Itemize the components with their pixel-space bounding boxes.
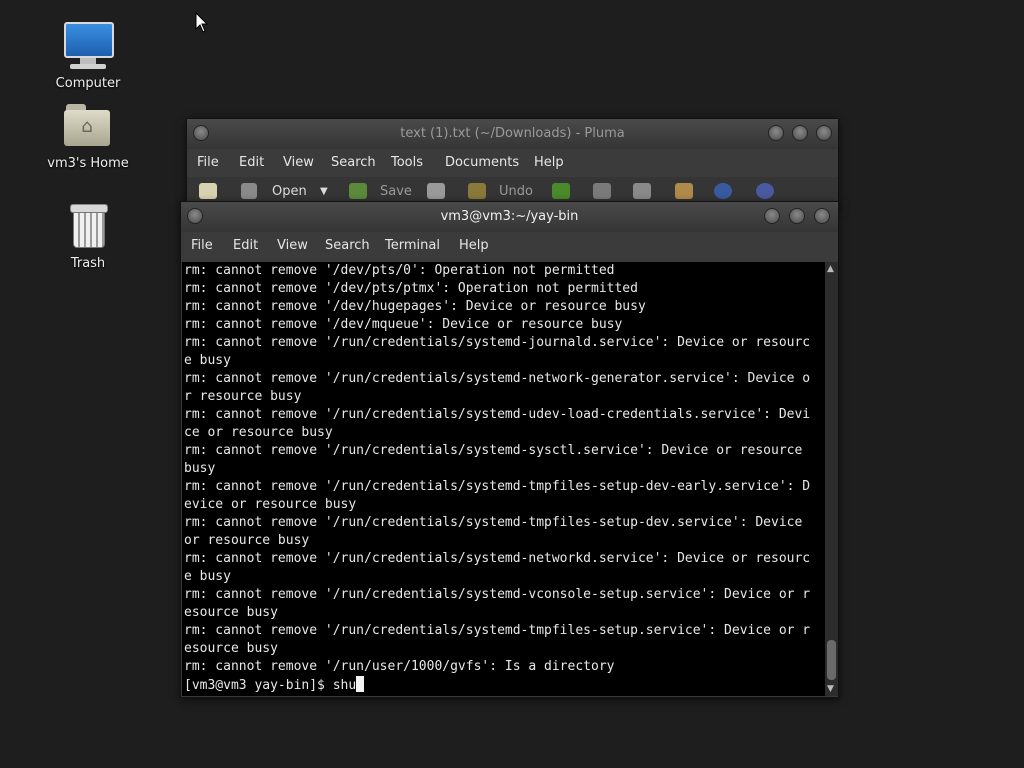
computer-icon: [62, 20, 114, 72]
shell-prompt: [vm3@vm3 yay-bin]$: [184, 678, 333, 693]
terminal-line: or resource busy: [184, 533, 310, 548]
pluma-toolbar: Open ▼ Save Undo: [187, 177, 838, 203]
menu-edit[interactable]: Edit: [239, 155, 264, 170]
terminal-scrollbar[interactable]: ▲ ▼: [825, 262, 838, 696]
minimize-button[interactable]: [768, 125, 784, 141]
terminal-line: busy: [184, 461, 216, 476]
terminal-line: rm: cannot remove '/dev/hugepages': Devi…: [184, 299, 646, 314]
terminal-line: rm: cannot remove '/run/credentials/syst…: [184, 587, 811, 602]
mouse-pointer-icon: [195, 12, 209, 33]
menu-help[interactable]: Help: [459, 238, 489, 253]
terminal-line: rm: cannot remove '/dev/pts/0': Operatio…: [184, 263, 615, 278]
pluma-titlebar[interactable]: text (1).txt (~/Downloads) - Pluma: [187, 119, 838, 149]
terminal-line: e busy: [184, 353, 231, 368]
menu-edit[interactable]: Edit: [233, 238, 258, 253]
close-button[interactable]: [814, 208, 830, 224]
cut-icon[interactable]: [593, 183, 611, 199]
terminal-line: rm: cannot remove '/dev/pts/ptmx': Opera…: [184, 281, 638, 296]
scroll-down-arrow-icon[interactable]: ▼: [827, 684, 834, 694]
menu-documents[interactable]: Documents: [445, 155, 519, 170]
menu-help[interactable]: Help: [534, 155, 564, 170]
terminal-title: vm3@vm3:~/yay-bin: [440, 209, 579, 224]
terminal-line: rm: cannot remove '/run/credentials/syst…: [184, 623, 811, 638]
minimize-button[interactable]: [764, 208, 780, 224]
trash-icon: [62, 200, 114, 252]
terminal-line: rm: cannot remove '/run/user/1000/gvfs':…: [184, 659, 615, 674]
menu-file[interactable]: File: [191, 238, 213, 253]
chevron-down-icon[interactable]: ▼: [320, 186, 328, 197]
scroll-up-arrow-icon[interactable]: ▲: [827, 264, 834, 274]
new-document-icon[interactable]: [199, 183, 217, 199]
menu-search[interactable]: Search: [331, 155, 376, 170]
undo-button-label[interactable]: Undo: [499, 184, 533, 199]
terminal-output[interactable]: rm: cannot remove '/dev/pts/0': Operatio…: [182, 262, 825, 696]
terminal-line: rm: cannot remove '/run/credentials/syst…: [184, 371, 811, 386]
terminal-line: evice or resource busy: [184, 497, 357, 512]
undo-icon[interactable]: [468, 183, 486, 199]
terminal-window[interactable]: vm3@vm3:~/yay-bin File Edit View Search …: [180, 201, 839, 698]
terminal-line: e busy: [184, 569, 231, 584]
terminal-line: esource busy: [184, 641, 278, 656]
terminal-prompt-line[interactable]: [vm3@vm3 yay-bin]$ shu: [184, 676, 824, 694]
home-folder-icon: ⌂: [62, 100, 114, 152]
replace-icon[interactable]: [756, 183, 774, 199]
pluma-menubar: File Edit View Search Tools Documents He…: [187, 149, 838, 177]
scrollbar-thumb[interactable]: [827, 640, 836, 680]
copy-icon[interactable]: [633, 183, 651, 199]
terminal-line: ce or resource busy: [184, 425, 333, 440]
open-icon[interactable]: [241, 183, 257, 199]
desktop-icon-trash[interactable]: Trash: [33, 200, 143, 271]
menu-view[interactable]: View: [277, 238, 308, 253]
command-input[interactable]: shu: [333, 678, 356, 693]
menu-file[interactable]: File: [197, 155, 219, 170]
terminal-line: rm: cannot remove '/dev/mqueue': Device …: [184, 317, 623, 332]
find-icon[interactable]: [714, 183, 732, 199]
menu-view[interactable]: View: [283, 155, 314, 170]
terminal-line: rm: cannot remove '/run/credentials/syst…: [184, 443, 803, 458]
print-icon[interactable]: [427, 183, 445, 199]
terminal-line: rm: cannot remove '/run/credentials/syst…: [184, 479, 811, 494]
pluma-window[interactable]: text (1).txt (~/Downloads) - Pluma File …: [186, 118, 839, 210]
terminal-line: rm: cannot remove '/run/credentials/syst…: [184, 407, 811, 422]
terminal-menubar: File Edit View Search Terminal Help: [181, 232, 838, 260]
terminal-line: rm: cannot remove '/run/credentials/syst…: [184, 335, 811, 350]
terminal-text: rm: cannot remove '/dev/pts/0': Operatio…: [184, 262, 824, 694]
close-button[interactable]: [816, 125, 832, 141]
terminal-line: esource busy: [184, 605, 278, 620]
desktop-icon-computer[interactable]: Computer: [33, 20, 143, 91]
desktop-icon-label: Computer: [55, 76, 121, 91]
paste-icon[interactable]: [675, 183, 693, 199]
menu-search[interactable]: Search: [325, 238, 370, 253]
redo-icon[interactable]: [552, 183, 570, 199]
terminal-line: rm: cannot remove '/run/credentials/syst…: [184, 551, 811, 566]
terminal-line: r resource busy: [184, 389, 302, 404]
open-button-label[interactable]: Open: [272, 184, 307, 199]
menu-terminal[interactable]: Terminal: [385, 238, 440, 253]
save-button-label[interactable]: Save: [380, 184, 412, 199]
terminal-titlebar[interactable]: vm3@vm3:~/yay-bin: [181, 202, 838, 232]
menu-tools[interactable]: Tools: [391, 155, 423, 170]
desktop-icon-home[interactable]: ⌂ vm3's Home: [33, 100, 143, 171]
save-icon[interactable]: [349, 183, 367, 199]
text-cursor: [356, 676, 365, 692]
desktop-icon-label: Trash: [70, 256, 106, 271]
maximize-button[interactable]: [792, 125, 808, 141]
pluma-title: text (1).txt (~/Downloads) - Pluma: [400, 126, 625, 141]
maximize-button[interactable]: [789, 208, 805, 224]
terminal-line: rm: cannot remove '/run/credentials/syst…: [184, 515, 803, 530]
desktop-icon-label: vm3's Home: [47, 156, 129, 171]
